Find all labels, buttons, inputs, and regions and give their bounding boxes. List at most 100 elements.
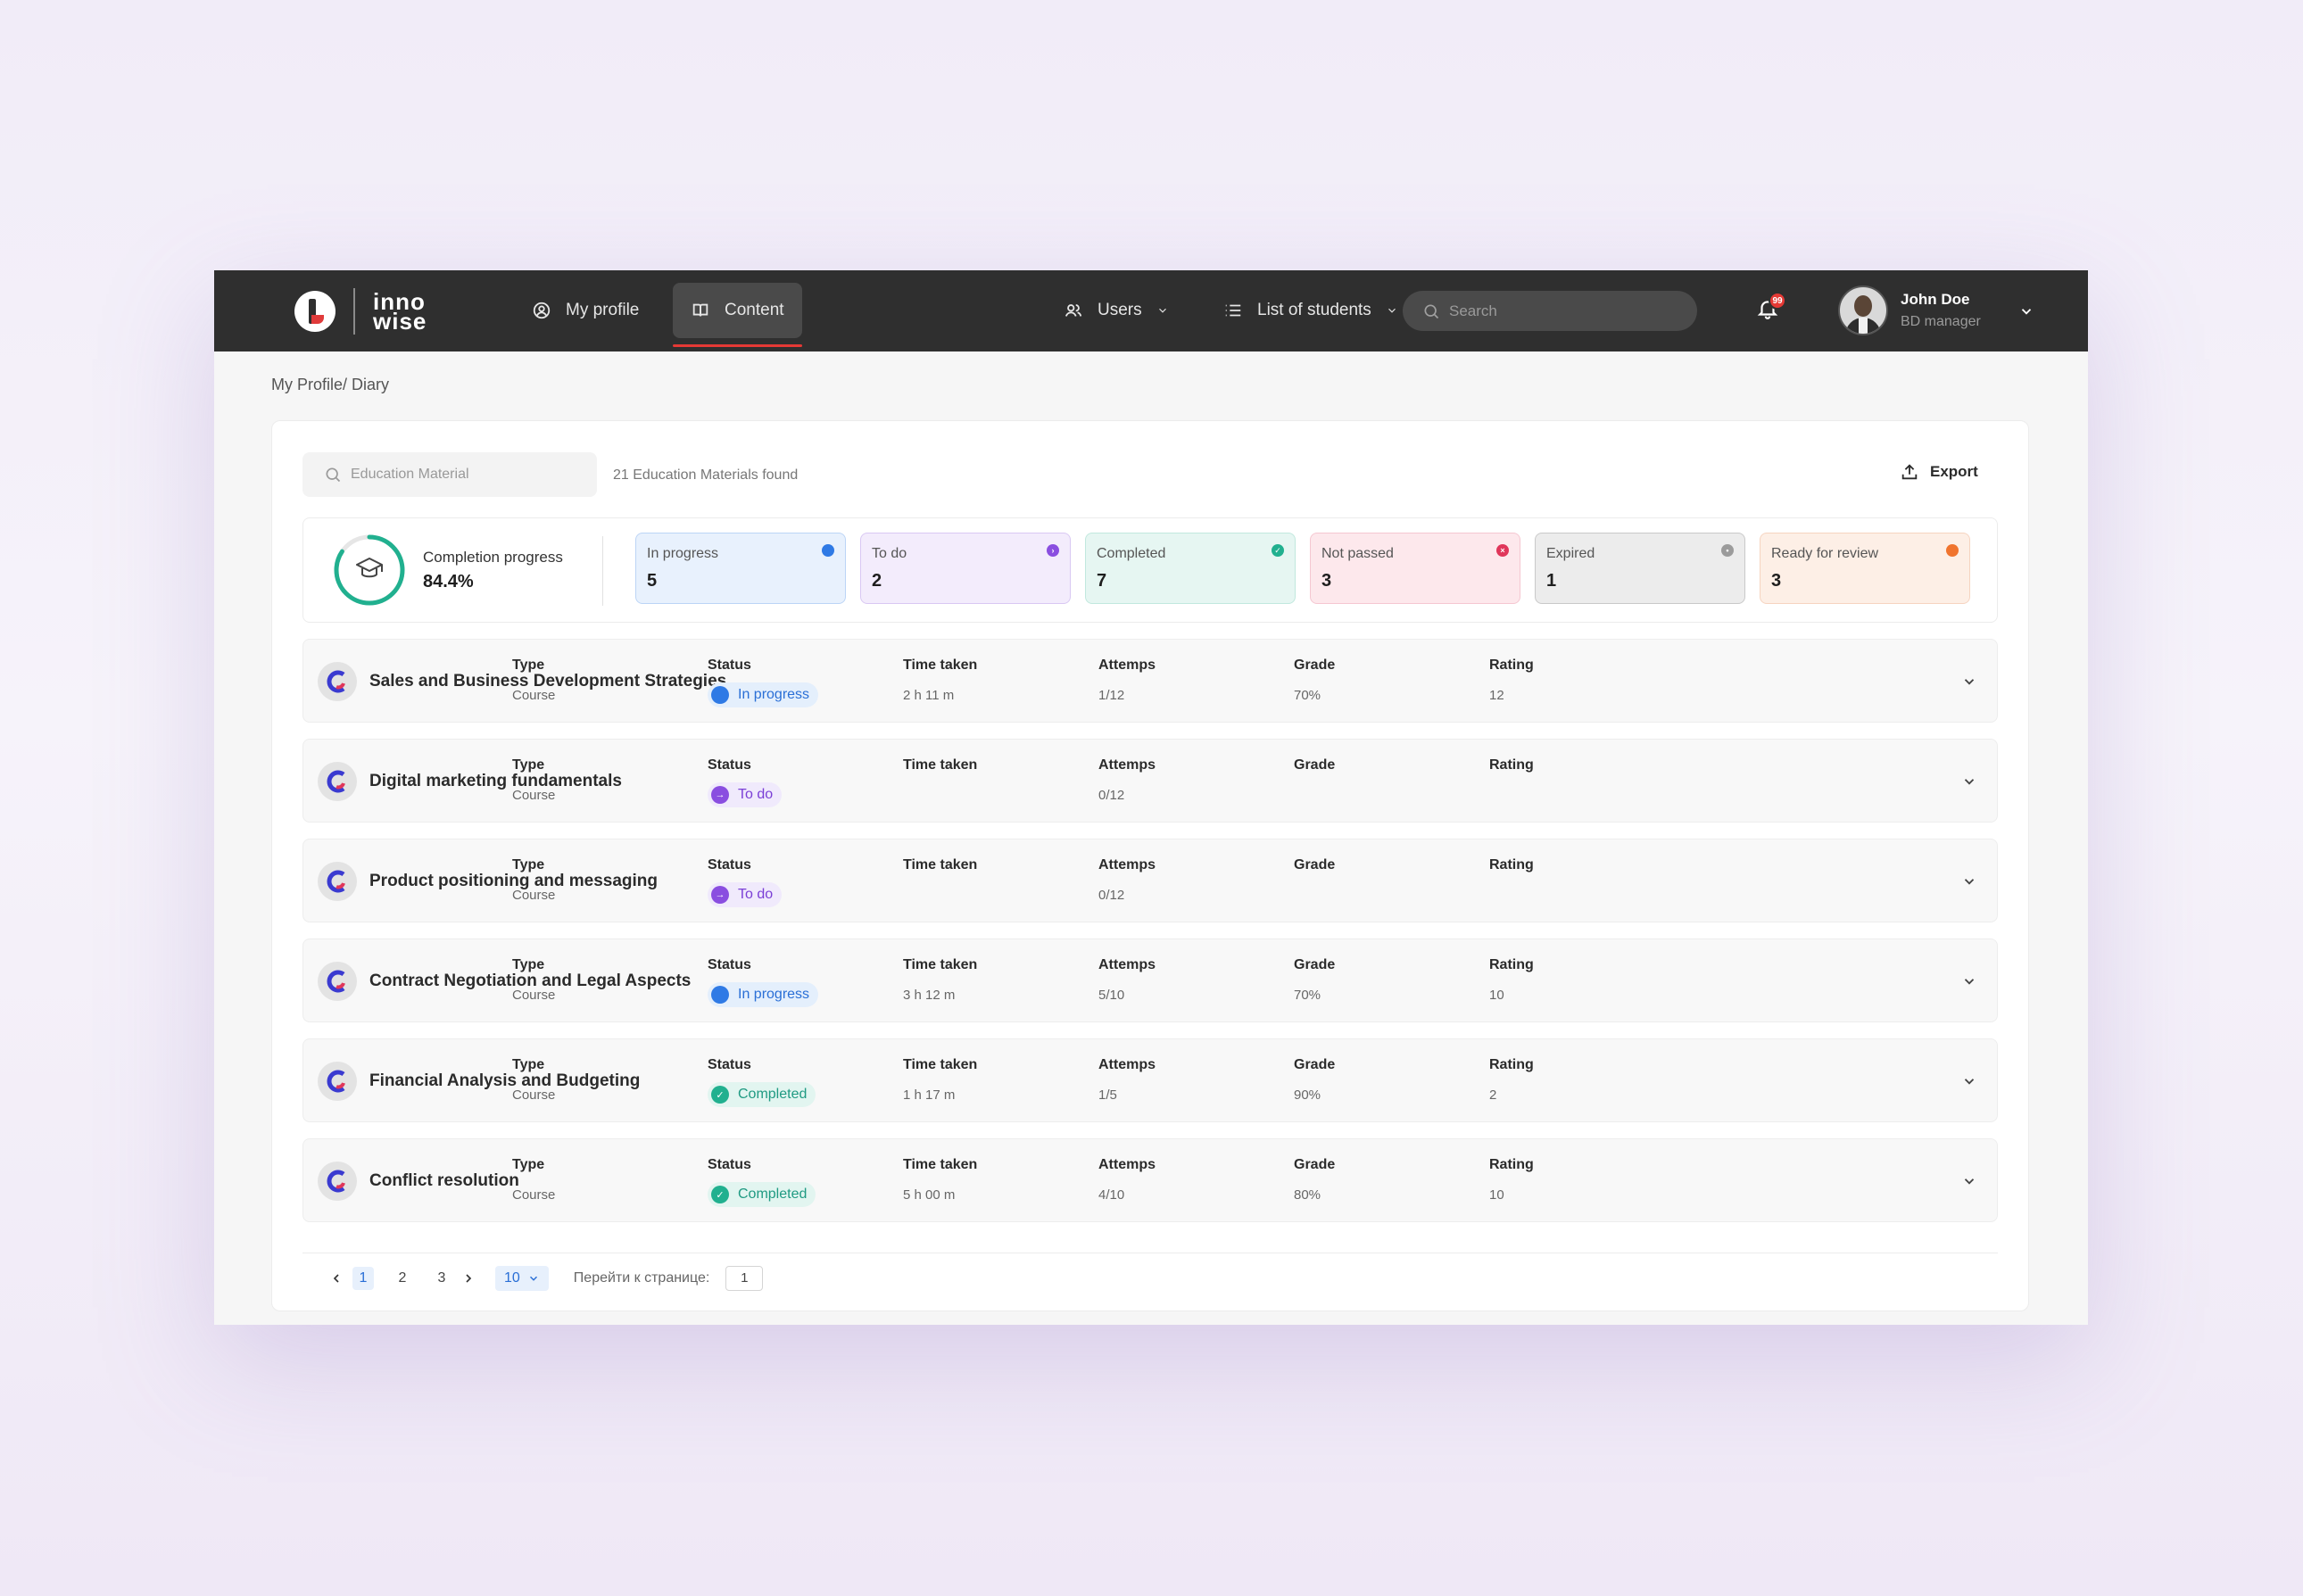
notifications-button[interactable]: 99 (1756, 292, 1786, 326)
col-grade: Grade 90% (1294, 1057, 1335, 1103)
col-value: 3 h 12 m (903, 988, 956, 1003)
material-row[interactable]: Financial Analysis and Budgeting Type Cour… (302, 1038, 1998, 1122)
page-3-button[interactable]: 3 (431, 1267, 452, 1290)
col-header: Status (708, 657, 751, 673)
col-type: Type Course (512, 1157, 555, 1203)
col-value: 80% (1294, 1187, 1321, 1203)
col-value: 70% (1294, 688, 1321, 703)
goto-page-input[interactable]: 1 (725, 1265, 764, 1291)
stat-card-not-passed[interactable]: Not passed 3 × (1310, 533, 1520, 604)
col-value: 1/12 (1098, 688, 1125, 703)
col-rating: Rating 10 (1489, 1157, 1534, 1203)
nav-item-label: My profile (566, 301, 640, 319)
col-time: Time taken 1 h 17 m (903, 1057, 977, 1103)
status-text: To do (738, 787, 774, 802)
logo-mark-icon (294, 291, 336, 332)
col-header: Time taken (903, 857, 978, 872)
status-text: In progress (738, 987, 810, 1002)
search-placeholder: Search (1449, 302, 1497, 319)
col-rating: Rating (1489, 757, 1534, 788)
material-row[interactable]: Digital marketing fundamentals Type Course… (302, 739, 1998, 823)
material-row[interactable]: Product positioning and messaging Type Cou… (302, 839, 1998, 922)
course-logo-icon (318, 662, 357, 701)
course-logo-icon (318, 1062, 357, 1101)
col-value: Course (512, 988, 556, 1003)
nav-item-label: List of students (1257, 301, 1371, 319)
col-value: 2 (1489, 1087, 1497, 1103)
results-count: 21 Education Materials found (613, 467, 799, 483)
course-logo-icon (318, 862, 357, 901)
page-2-button[interactable]: 2 (392, 1267, 413, 1290)
col-header: Attemps (1098, 1157, 1156, 1172)
page-1-button[interactable]: 1 (352, 1266, 374, 1290)
col-header: Grade (1294, 857, 1336, 872)
logo-text-line2: wise (373, 308, 427, 335)
col-time: Time taken 2 h 11 m (903, 657, 977, 703)
chevron-left-icon[interactable] (329, 1271, 344, 1286)
col-header: Status (708, 957, 751, 972)
global-search-input[interactable]: Search (1403, 291, 1697, 331)
col-value: 4/10 (1098, 1187, 1125, 1203)
status-badge: ✓ Completed (708, 1182, 816, 1207)
col-header: Time taken (903, 957, 978, 972)
chevron-down-icon[interactable] (2018, 303, 2034, 319)
status-text: In progress (738, 687, 810, 702)
stat-card-value: 5 (647, 571, 658, 591)
nav-item-users[interactable]: Users (1046, 283, 1187, 338)
material-row[interactable]: Contract Negotiation and Legal Aspects Ty… (302, 939, 1998, 1022)
chevron-down-icon[interactable] (1961, 1073, 1977, 1089)
chevron-down-icon (1158, 308, 1166, 313)
nav-item-list-of-students[interactable]: List of students (1205, 283, 1416, 338)
clock-icon: • (1721, 544, 1734, 557)
stat-card-label: In progress (647, 546, 719, 561)
status-dot-icon (1946, 544, 1959, 557)
app-window: inno wise My profile Content Users List … (214, 270, 2088, 1325)
course-logo-icon (318, 962, 357, 1001)
list-icon (1225, 304, 1241, 317)
col-header: Type (512, 1057, 545, 1072)
arrow-right-icon: → (711, 786, 729, 804)
top-navbar: inno wise My profile Content Users List … (214, 270, 2088, 351)
nav-item-label: Content (725, 301, 784, 319)
user-menu[interactable]: John Doe BD manager (1838, 285, 1981, 335)
col-grade: Grade (1294, 857, 1335, 888)
per-page-select[interactable]: 10 (495, 1265, 549, 1291)
col-attempts: Attemps 1/12 (1098, 657, 1156, 703)
stat-card-expired[interactable]: Expired 1 • (1535, 533, 1745, 604)
chevron-down-icon[interactable] (1961, 973, 1977, 989)
course-logo-icon (318, 1162, 357, 1201)
nav-item-label: Users (1098, 301, 1142, 319)
stat-card-in-progress[interactable]: In progress 5 (635, 533, 846, 604)
check-icon: ✓ (711, 1186, 729, 1203)
status-badge: In progress (708, 682, 819, 707)
nav-item-content[interactable]: Content (673, 283, 802, 347)
col-status: Status ✓ Completed (708, 1157, 816, 1207)
stat-card-ready-for-review[interactable]: Ready for review 3 (1760, 533, 1970, 604)
stat-card-completed[interactable]: Completed 7 ✓ (1085, 533, 1296, 604)
col-value: Course (512, 1087, 556, 1103)
export-label: Export (1930, 463, 1978, 480)
education-material-search-input[interactable]: Education Material (302, 452, 597, 497)
nav-item-my-profile[interactable]: My profile (514, 283, 657, 338)
logo[interactable]: inno wise (294, 288, 427, 335)
chevron-down-icon[interactable] (1961, 674, 1977, 690)
material-row[interactable]: Conflict resolution Type Course Status ✓ Comp… (302, 1138, 1998, 1222)
breadcrumb[interactable]: My Profile/ Diary (271, 376, 389, 394)
material-row[interactable]: Sales and Business Development Strategie… (302, 639, 1998, 723)
stat-card-label: To do (872, 546, 907, 561)
stat-card-to-do[interactable]: To do 2 › (860, 533, 1071, 604)
status-badge: In progress (708, 982, 819, 1007)
avatar (1838, 285, 1888, 335)
chevron-down-icon[interactable] (1961, 773, 1977, 790)
col-header: Status (708, 1057, 751, 1072)
export-button[interactable]: Export (1900, 462, 1978, 482)
chevron-right-icon[interactable] (461, 1271, 476, 1286)
chevron-down-icon[interactable] (1961, 873, 1977, 889)
status-dot-icon (822, 544, 834, 557)
col-status: Status ✓ Completed (708, 1057, 816, 1107)
col-type: Type Course (512, 857, 555, 903)
materials-list: Sales and Business Development Strategie… (302, 639, 1998, 1238)
chevron-down-icon[interactable] (1961, 1173, 1977, 1189)
col-status: Status In progress (708, 657, 819, 708)
col-header: Type (512, 957, 545, 972)
